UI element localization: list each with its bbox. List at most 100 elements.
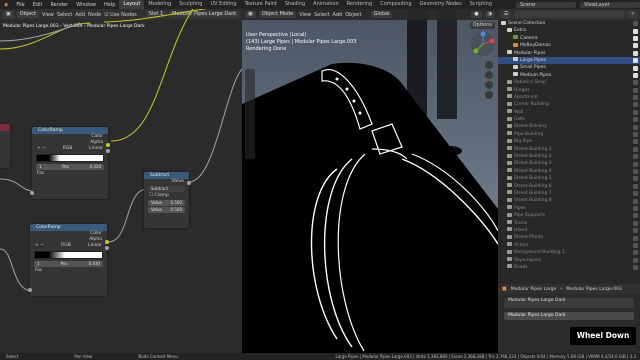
material-slot-list[interactable]: Modular Pipes Large Dark — [504, 298, 634, 308]
exclude-checkbox[interactable] — [633, 154, 638, 160]
colorramp-2-interp[interactable]: Linear — [88, 243, 102, 249]
outliner-item[interactable]: Street Building 6 — [498, 183, 640, 190]
view-layer-selector[interactable]: ViewLayer — [580, 1, 640, 8]
exclude-checkbox[interactable] — [633, 220, 638, 226]
exclude-checkbox[interactable] — [633, 205, 638, 211]
add-stop-icon[interactable]: + − — [37, 146, 46, 152]
exclude-checkbox[interactable] — [633, 109, 638, 115]
socket-fac-in[interactable] — [28, 288, 32, 292]
socket-color-out[interactable] — [106, 143, 110, 147]
exclude-checkbox[interactable] — [633, 117, 638, 123]
exclude-checkbox[interactable] — [633, 257, 638, 263]
options-button[interactable]: Options — [469, 22, 495, 29]
outliner-item[interactable]: Big Pipe — [498, 138, 640, 145]
outliner-item[interactable]: Street Building 7 — [498, 190, 640, 197]
orientation-select[interactable]: Global — [370, 11, 393, 18]
exclude-checkbox[interactable] — [633, 139, 638, 145]
tab-texture-paint[interactable]: Texture Paint — [241, 0, 281, 9]
shading-solid-icon[interactable]: ● — [471, 11, 482, 18]
colorramp-node-2[interactable]: ColorRamp Color Alpha + − RGB Linear 1 P… — [28, 224, 109, 296]
socket-color-out[interactable] — [105, 240, 109, 244]
outliner-item[interactable]: Street Building 1 — [498, 146, 640, 153]
material-slot-item[interactable]: Modular Pipes Large Dark — [508, 298, 630, 304]
outliner-item[interactable]: Extra — [498, 27, 640, 34]
outliner-item[interactable]: Street Building 2 — [498, 153, 640, 160]
exclude-checkbox[interactable] — [633, 242, 638, 248]
tab-compositing[interactable]: Compositing — [376, 0, 415, 9]
outliner-item[interactable]: Actors — [498, 242, 640, 249]
exclude-checkbox[interactable] — [633, 58, 638, 64]
exclude-checkbox[interactable] — [633, 146, 638, 152]
tab-uv-editing[interactable]: UV Editing — [206, 0, 240, 9]
colorramp-2-pos-field[interactable]: 1 Pos 0.430 — [34, 261, 103, 267]
tab-animation[interactable]: Animation — [309, 0, 343, 9]
grid-view-icon[interactable] — [485, 91, 493, 99]
colorramp-1-pos-field[interactable]: 1 Pos 0.330 — [36, 164, 104, 170]
mode-select[interactable]: Object Mode — [258, 11, 297, 18]
socket-fac-in[interactable] — [30, 191, 34, 195]
tab-modeling[interactable]: Modeling — [144, 0, 175, 9]
exclude-checkbox[interactable] — [633, 250, 638, 256]
editor-type-button[interactable]: ▣ — [245, 11, 256, 18]
colorramp-1-mode[interactable]: RGB — [63, 146, 73, 152]
exclude-checkbox[interactable] — [633, 35, 638, 41]
colorramp-2-title[interactable]: ColorRamp — [30, 224, 107, 231]
colorramp-node-1[interactable]: ColorRamp Color Alpha + − RGB Linear 1 P… — [30, 127, 110, 199]
exclude-checkbox[interactable] — [633, 43, 638, 49]
exclude-checkbox[interactable] — [633, 265, 638, 271]
outliner-item[interactable]: Street Building 8 — [498, 197, 640, 204]
exclude-checkbox[interactable] — [633, 213, 638, 219]
colorramp-1-title[interactable]: ColorRamp — [32, 127, 108, 134]
exclude-checkbox[interactable] — [633, 191, 638, 197]
menu-object[interactable]: Object — [345, 12, 361, 18]
outliner-search-input[interactable] — [514, 11, 626, 18]
colorramp-2-gradient[interactable] — [34, 251, 103, 259]
exclude-checkbox[interactable] — [633, 124, 638, 130]
tool-shelf[interactable] — [245, 69, 255, 159]
subtract-clamp-checkbox[interactable]: ☐ Clamp — [144, 193, 189, 199]
menu-render[interactable]: Render — [46, 2, 72, 8]
tab-sculpting[interactable]: Sculpting — [175, 0, 206, 9]
exclude-checkbox[interactable] — [633, 169, 638, 174]
outliner-item[interactable]: Roads — [498, 264, 640, 271]
exclude-checkbox[interactable] — [633, 161, 638, 167]
navigation-gizmo[interactable] — [470, 31, 496, 57]
outliner-item[interactable]: Camera — [498, 35, 640, 42]
blender-logo-icon[interactable]: ◉ — [0, 2, 12, 8]
subtract-operation-select[interactable]: Subtract — [148, 186, 185, 192]
subtract-node[interactable]: Subtract Value Subtract ☐ Clamp Value 0.… — [144, 172, 191, 228]
subtract-value-2[interactable]: Value 0.500 — [148, 207, 185, 213]
exclude-checkbox[interactable] — [633, 102, 638, 108]
exclude-checkbox[interactable] — [633, 183, 638, 189]
exclude-checkbox[interactable] — [633, 132, 638, 138]
node-offscreen[interactable] — [0, 124, 10, 168]
colorramp-1-gradient[interactable] — [36, 154, 104, 162]
outliner-item[interactable]: Wall — [498, 109, 640, 116]
outliner-item[interactable]: Pipe Building — [498, 131, 640, 138]
outliner-item[interactable]: Pipe Supports — [498, 212, 640, 219]
subtract-value-1[interactable]: Value 0.500 — [148, 200, 185, 206]
menu-select[interactable]: Select — [314, 12, 329, 18]
outliner-item[interactable]: Corner Building — [498, 101, 640, 108]
exclude-checkbox[interactable] — [633, 87, 638, 93]
outliner-item[interactable]: Street Building 4 — [498, 168, 640, 175]
outliner-item[interactable]: MyBoyDemos — [498, 42, 640, 49]
outliner[interactable]: ☰ ▿ Scene Collection Extra Camera MyBoyDemo… — [498, 9, 640, 284]
tab-scripting[interactable]: Scripting — [466, 0, 496, 9]
subtract-title[interactable]: Subtract — [144, 172, 189, 179]
outliner-item[interactable]: Robotics Shop — [498, 79, 640, 86]
exclude-checkbox[interactable] — [633, 228, 638, 234]
outliner-item[interactable]: Medium Pipes — [498, 72, 640, 79]
hand-pan-icon[interactable] — [485, 71, 493, 79]
menu-window[interactable]: Window — [72, 2, 100, 8]
exclude-checkbox[interactable] — [633, 235, 638, 241]
add-stop-icon[interactable]: + − — [35, 243, 44, 249]
exclude-checkbox[interactable] — [633, 50, 638, 56]
colorramp-2-mode[interactable]: RGB — [61, 243, 71, 249]
outliner-item[interactable]: Street Building 3 — [498, 160, 640, 167]
outliner-item[interactable]: Background Building 1 — [498, 249, 640, 256]
outliner-item[interactable]: Small Pipes — [498, 64, 640, 71]
outliner-item[interactable]: Island — [498, 227, 640, 234]
shader-node-editor[interactable]: ▣ Object View Select Add Node ☑ Use Node… — [0, 9, 242, 353]
exclude-checkbox[interactable] — [633, 95, 638, 101]
